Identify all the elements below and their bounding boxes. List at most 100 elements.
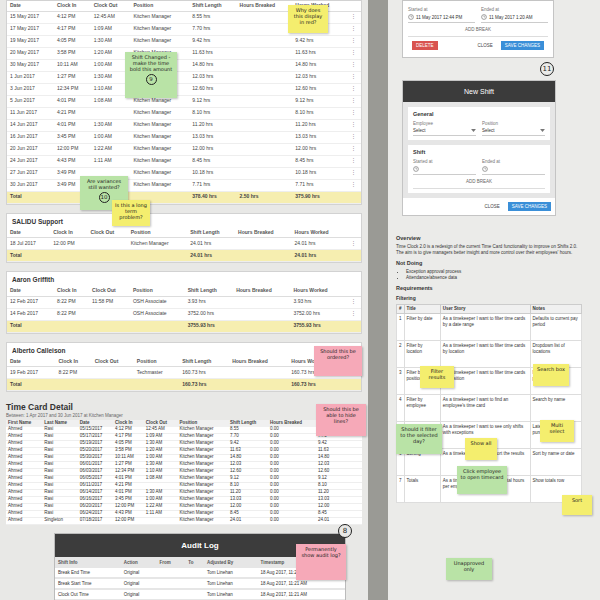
- delete-button[interactable]: DELETE: [412, 41, 438, 50]
- row-menu-icon[interactable]: ⋮: [346, 95, 361, 107]
- save-button[interactable]: SAVE CHANGES: [508, 202, 551, 211]
- started-field[interactable]: Started at 11 May 2017 12:44 PM: [408, 5, 475, 23]
- column-header[interactable]: Date: [7, 1, 54, 11]
- table-cell: Sort by name or date: [530, 449, 581, 476]
- table-cell: 12.03: [228, 461, 268, 468]
- table-cell: [185, 589, 204, 600]
- column-header: Title: [404, 305, 440, 314]
- table-row[interactable]: 19 Feb 20178:22 PMTechmaster160.73 hrs16…: [7, 367, 361, 379]
- column-header[interactable]: Position: [130, 1, 189, 11]
- table-row[interactable]: 14 Feb 20178:22 PMOSH Associate3752.00 h…: [7, 308, 361, 320]
- marker-number: 9: [146, 74, 157, 85]
- table-row[interactable]: 18 Jul 201712:00 PMKitchen Manager24.01 …: [7, 238, 361, 250]
- table-cell: 0.00: [268, 496, 316, 503]
- row-menu-icon[interactable]: ⋮: [346, 155, 361, 167]
- table-row: AhmedRasi05/30/201710:11 AM1:00 AMKitche…: [6, 454, 362, 461]
- table-cell: 14.80: [228, 454, 268, 461]
- row-menu-icon[interactable]: ⋮: [346, 59, 361, 71]
- table-cell: 05/17/2017: [78, 433, 113, 440]
- table-cell: 16 Jun 2017: [7, 131, 54, 143]
- row-menu-icon[interactable]: ⋮: [346, 107, 361, 119]
- column-header: Hours Worked: [290, 286, 345, 296]
- table-row[interactable]: 30 May 201710:11 AM1:00 AMKitchen Manage…: [7, 59, 361, 71]
- table-row[interactable]: 12 Feb 20178:22 PM11:58 PMOSH Associate3…: [7, 296, 361, 308]
- table-row[interactable]: 14 Jun 20174:01 PM1:30 AMKitchen Manager…: [7, 119, 361, 131]
- row-menu-icon[interactable]: ⋮: [346, 71, 361, 83]
- table-row[interactable]: 16 Jun 20173:45 PM1:00 AMKitchen Manager…: [7, 131, 361, 143]
- field-label: Position: [482, 121, 545, 126]
- started-field[interactable]: Started at: [413, 157, 476, 175]
- save-button[interactable]: SAVE CHANGES: [501, 41, 544, 50]
- table-cell: 11.63 hrs: [189, 47, 236, 59]
- add-break-button[interactable]: ADD BREAK: [413, 175, 545, 189]
- table-cell: 4:01 PM: [54, 119, 91, 131]
- row-menu-icon[interactable]: ⋮: [346, 143, 361, 155]
- table-cell: 0.00: [268, 503, 316, 510]
- row-menu-icon[interactable]: ⋮: [346, 23, 361, 35]
- close-button[interactable]: CLOSE: [474, 41, 497, 50]
- sticky-note: Search box: [533, 364, 569, 386]
- column-header[interactable]: Hours Breaked: [237, 1, 293, 11]
- table-cell: 9.42 hrs: [189, 35, 236, 47]
- table-cell: 1:08 AM: [144, 475, 178, 482]
- column-header: Shift Length: [187, 228, 235, 238]
- table-cell: 12.00: [228, 503, 268, 510]
- table-cell: 12:00 PM: [54, 143, 91, 155]
- row-menu-icon[interactable]: ⋮: [346, 119, 361, 131]
- table-row[interactable]: 30 Jun 20173:49 PMKitchen Manager7.71 hr…: [7, 179, 361, 191]
- column-header[interactable]: Clock In: [54, 1, 91, 11]
- row-menu-icon[interactable]: ⋮: [346, 83, 361, 95]
- row-menu-icon[interactable]: ⋮: [346, 47, 361, 59]
- close-button[interactable]: CLOSE: [481, 202, 504, 211]
- add-break-button[interactable]: ADD BREAK: [408, 23, 548, 37]
- table-cell: 12.00: [316, 503, 362, 510]
- row-menu-icon[interactable]: ⋮: [346, 179, 361, 191]
- table-row[interactable]: 24 Jun 20174:43 PM1:11 AMKitchen Manager…: [7, 155, 361, 167]
- table-row[interactable]: 1 Jun 20171:27 PM1:30 AMKitchen Manager1…: [7, 71, 361, 83]
- table-cell: Kitchen Manager: [130, 131, 189, 143]
- table-cell: 1 Jun 2017: [7, 71, 54, 83]
- total-cell: [233, 320, 290, 332]
- table-row[interactable]: 5 Jun 20174:01 PM1:08 AMKitchen Manager9…: [7, 95, 361, 107]
- table-cell: 12:34 PM: [113, 468, 144, 475]
- row-menu-icon[interactable]: ⋮: [346, 35, 361, 47]
- table-cell: [185, 578, 204, 589]
- total-label: Total: [7, 379, 179, 391]
- employee-select[interactable]: Employee Select: [413, 119, 476, 136]
- position-select[interactable]: Position Select: [482, 119, 545, 136]
- row-menu-icon[interactable]: ⋮: [346, 296, 361, 308]
- table-cell: [157, 568, 186, 578]
- table-cell: Defaults to current pay period: [530, 314, 581, 341]
- table-cell: [91, 107, 131, 119]
- table-cell: 9.42 hrs: [292, 35, 346, 47]
- table-cell: Original: [121, 568, 157, 578]
- table-row[interactable]: 27 Jun 20173:49 PMKitchen Manager10.18 h…: [7, 167, 361, 179]
- employee-name: Aaron Griffith: [7, 272, 361, 286]
- sticky-note: Multi select: [540, 420, 574, 442]
- table-row[interactable]: 20 Jun 201712:00 PM1:22 AMKitchen Manage…: [7, 143, 361, 155]
- field-value: 11 May 2017 12:44 PM: [408, 14, 475, 20]
- table-cell: 9.12: [228, 475, 268, 482]
- ended-field[interactable]: Ended at: [482, 157, 545, 175]
- table-cell: 9.42: [316, 440, 362, 447]
- table-cell: 8.45: [228, 510, 268, 517]
- table-cell: 1:00 AM: [91, 131, 131, 143]
- table-row[interactable]: 19 May 20174:05 PM1:30 AMKitchen Manager…: [7, 35, 361, 47]
- row-menu-icon[interactable]: ⋮: [346, 167, 361, 179]
- column-header[interactable]: Clock Out: [91, 1, 131, 11]
- row-menu-icon[interactable]: ⋮: [346, 11, 361, 23]
- table-row[interactable]: 20 May 20173:58 PM1:20 AMKitchen Manager…: [7, 47, 361, 59]
- ended-field[interactable]: Ended at 11 May 2017 1:20 AM: [481, 5, 548, 23]
- row-menu-icon[interactable]: ⋮: [346, 308, 361, 320]
- column-header[interactable]: Shift Length: [189, 1, 236, 11]
- table-cell: 30 Jun 2017: [7, 179, 54, 191]
- table-cell: 15 May 2017: [7, 11, 54, 23]
- row-menu-icon[interactable]: ⋮: [346, 238, 361, 250]
- field-label: Employee: [413, 121, 476, 126]
- row-menu-icon[interactable]: ⋮: [346, 131, 361, 143]
- not-doing-list: Exception approval processAttendance/abs…: [396, 269, 582, 280]
- column-header: Clock Out: [89, 286, 130, 296]
- table-row[interactable]: 3 Jun 201712:34 PM1:10 AMKitchen Manager…: [7, 83, 361, 95]
- table-cell: 3: [397, 368, 405, 395]
- table-row[interactable]: 11 Jun 20174:21 PMKitchen Manager8.10 hr…: [7, 107, 361, 119]
